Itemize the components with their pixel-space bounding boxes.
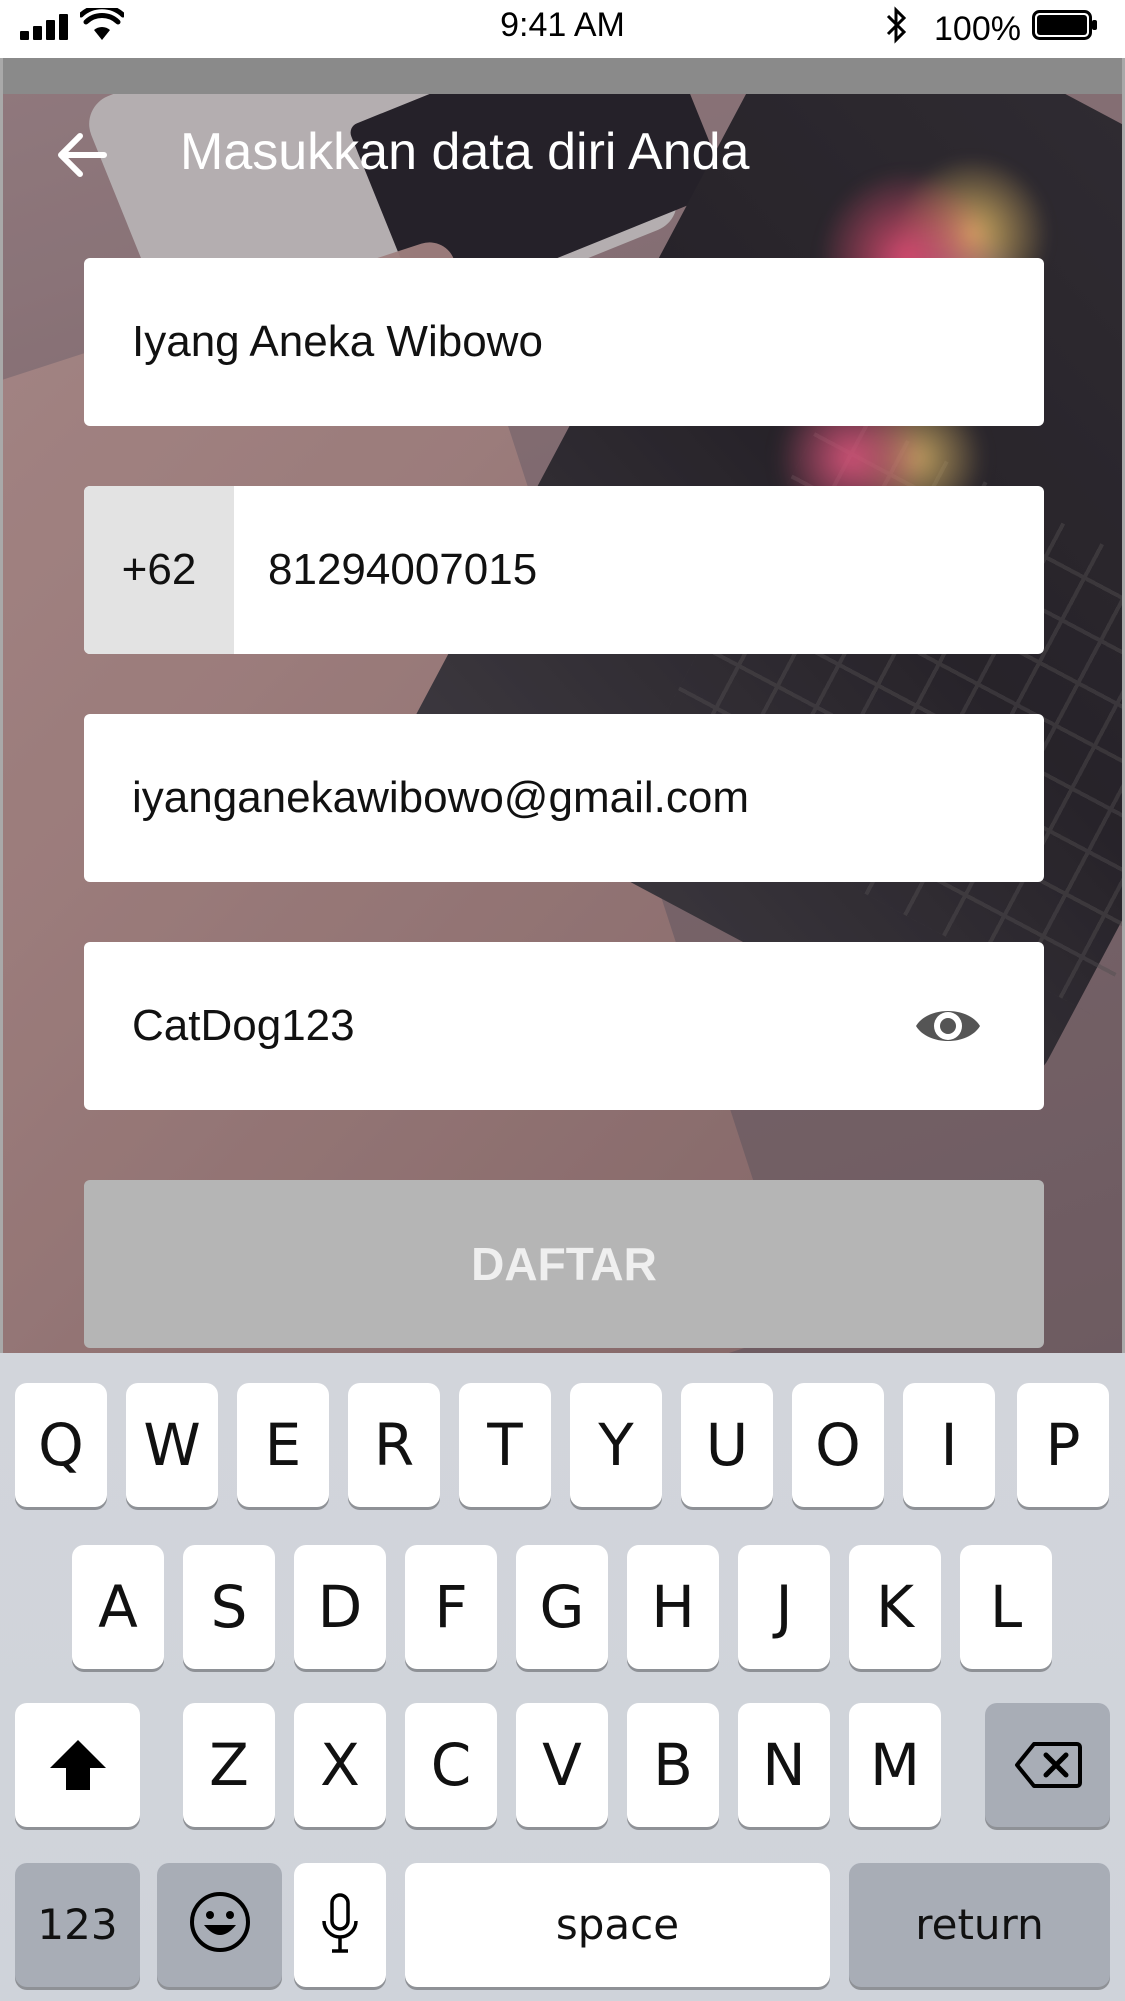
space-key[interactable]: space (405, 1863, 830, 1987)
key-r[interactable]: R (348, 1383, 440, 1507)
key-t[interactable]: T (459, 1383, 551, 1507)
name-field[interactable]: Iyang Aneka Wibowo (84, 258, 1044, 426)
emoji-key[interactable] (157, 1863, 282, 1987)
phone-field[interactable]: +62 81294007015 (84, 486, 1044, 654)
bluetooth-icon (886, 6, 907, 44)
battery-icon (1032, 10, 1097, 40)
status-bar: 9:41 AM 100% (0, 0, 1125, 58)
key-e[interactable]: E (237, 1383, 329, 1507)
key-w[interactable]: W (126, 1383, 218, 1507)
country-code-prefix[interactable]: +62 (84, 486, 234, 654)
key-a[interactable]: A (72, 1545, 164, 1669)
daftar-button[interactable]: DAFTAR (84, 1180, 1044, 1348)
name-field-value: Iyang Aneka Wibowo (132, 317, 543, 366)
key-s[interactable]: S (183, 1545, 275, 1669)
email-field-value: iyanganekawibowo@gmail.com (132, 773, 749, 822)
numbers-key[interactable]: 123 (15, 1863, 140, 1987)
arrow-left-icon[interactable] (52, 125, 112, 185)
key-i[interactable]: I (903, 1383, 995, 1507)
shift-key[interactable] (15, 1703, 140, 1827)
key-d[interactable]: D (294, 1545, 386, 1669)
key-g[interactable]: G (516, 1545, 608, 1669)
battery-percent: 100% (934, 10, 1021, 48)
phone-field-value: 81294007015 (268, 545, 538, 594)
backspace-icon (1014, 1742, 1082, 1788)
key-v[interactable]: V (516, 1703, 608, 1827)
key-z[interactable]: Z (183, 1703, 275, 1827)
background-photo (0, 58, 1125, 1353)
key-h[interactable]: H (627, 1545, 719, 1669)
password-field-value: CatDog123 (132, 1001, 355, 1050)
eye-icon[interactable] (914, 994, 982, 1058)
key-l[interactable]: L (960, 1545, 1052, 1669)
key-y[interactable]: Y (570, 1383, 662, 1507)
password-field[interactable]: CatDog123 (84, 942, 1044, 1110)
microphone-key[interactable] (294, 1863, 386, 1987)
key-j[interactable]: J (738, 1545, 830, 1669)
keyboard: Q W E R T Y U O I P A S D F G H J K L Z … (0, 1353, 1125, 2001)
backspace-key[interactable] (985, 1703, 1110, 1827)
key-m[interactable]: M (849, 1703, 941, 1827)
key-u[interactable]: U (681, 1383, 773, 1507)
key-q[interactable]: Q (15, 1383, 107, 1507)
email-field[interactable]: iyanganekawibowo@gmail.com (84, 714, 1044, 882)
return-key[interactable]: return (849, 1863, 1110, 1987)
key-n[interactable]: N (738, 1703, 830, 1827)
key-p[interactable]: P (1017, 1383, 1109, 1507)
page-title: Masukkan data diri Anda (180, 123, 750, 181)
key-f[interactable]: F (405, 1545, 497, 1669)
key-c[interactable]: C (405, 1703, 497, 1827)
key-b[interactable]: B (627, 1703, 719, 1827)
emoji-icon (189, 1892, 250, 1952)
key-k[interactable]: K (849, 1545, 941, 1669)
shift-icon (49, 1740, 106, 1790)
microphone-icon (322, 1893, 358, 1953)
key-o[interactable]: O (792, 1383, 884, 1507)
key-x[interactable]: X (294, 1703, 386, 1827)
